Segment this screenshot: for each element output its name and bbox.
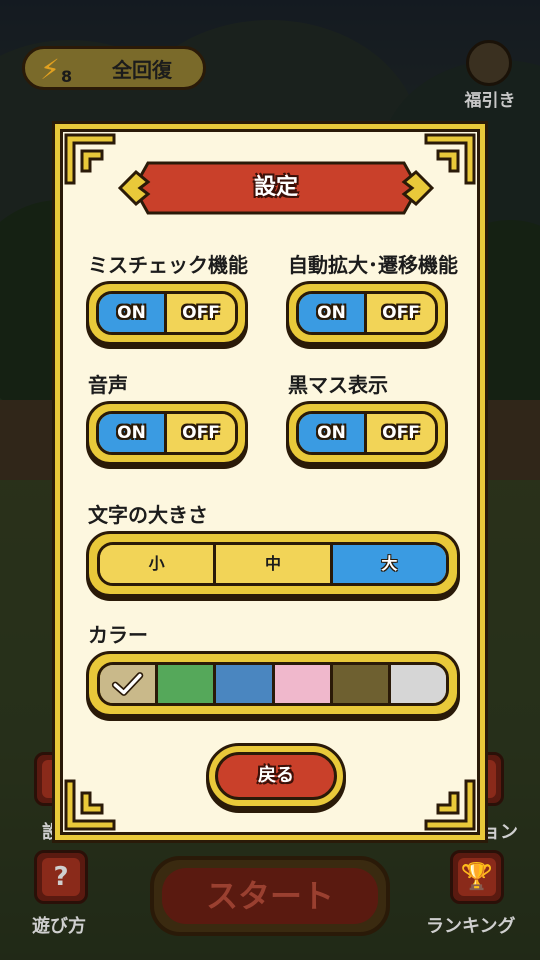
corner-ornament: [422, 777, 478, 833]
corner-ornament: [62, 777, 118, 833]
color-selector: [86, 651, 460, 717]
question-icon: ?: [42, 858, 80, 896]
sound-label: 音声: [88, 373, 128, 397]
black-cells-on[interactable]: ON: [299, 414, 367, 452]
sound-off[interactable]: OFF: [167, 414, 235, 452]
font-size-medium[interactable]: 中: [216, 545, 333, 583]
color-swatch[interactable]: [216, 665, 275, 703]
howto-button[interactable]: ?: [34, 850, 88, 904]
black-cells-toggle[interactable]: ON OFF: [286, 401, 448, 465]
back-button[interactable]: 戻る: [206, 743, 346, 809]
miss-check-toggle[interactable]: ON OFF: [86, 281, 248, 345]
checkmark-icon: [111, 672, 144, 696]
dialog-title: 設定: [253, 175, 298, 200]
font-size-large[interactable]: 大: [332, 545, 446, 583]
start-label: スタート: [162, 868, 378, 924]
collection-label: ョン: [482, 822, 518, 843]
gacha-label: 福引き: [464, 91, 516, 111]
font-size-small[interactable]: 小: [100, 545, 217, 583]
color-swatch[interactable]: [274, 665, 333, 703]
settings-dialog: 設定 ミスチェック機能 ON OFF 自動拡大･遷移機能 ON OFF 音声 O…: [52, 121, 488, 843]
miss-check-on[interactable]: ON: [99, 294, 167, 332]
recover-label: 全回復: [112, 58, 172, 82]
auto-zoom-toggle[interactable]: ON OFF: [286, 281, 448, 345]
auto-zoom-off[interactable]: OFF: [367, 294, 435, 332]
sound-on[interactable]: ON: [99, 414, 167, 452]
corner-ornament: [62, 131, 118, 187]
back-label: 戻る: [215, 752, 337, 800]
black-cells-label: 黒マス表示: [288, 373, 388, 397]
color-label: カラー: [88, 623, 148, 647]
start-button[interactable]: スタート: [150, 856, 390, 936]
energy-count: 8: [61, 67, 73, 86]
miss-check-label: ミスチェック機能: [88, 253, 248, 277]
color-swatch[interactable]: [100, 665, 159, 703]
font-size-label: 文字の大きさ: [88, 503, 208, 527]
sound-toggle[interactable]: ON OFF: [86, 401, 248, 465]
auto-zoom-on[interactable]: ON: [299, 294, 367, 332]
trophy-icon: 🏆: [458, 858, 496, 896]
ranking-label: ランキング: [426, 916, 516, 937]
black-cells-off[interactable]: OFF: [367, 414, 435, 452]
howto-label: 遊び方: [32, 916, 86, 937]
title-banner: 設定: [118, 157, 434, 219]
gacha-character-icon: [466, 40, 512, 86]
energy-recover-button[interactable]: ⚡ 8 全回復: [22, 46, 206, 90]
color-swatch[interactable]: [390, 665, 446, 703]
ranking-button[interactable]: 🏆: [450, 850, 504, 904]
miss-check-off[interactable]: OFF: [167, 294, 235, 332]
gacha-button[interactable]: 福引き: [452, 40, 528, 111]
color-swatch[interactable]: [332, 665, 391, 703]
font-size-selector: 小 中 大: [86, 531, 460, 597]
auto-zoom-label: 自動拡大･遷移機能: [288, 253, 458, 277]
color-swatch[interactable]: [158, 665, 217, 703]
